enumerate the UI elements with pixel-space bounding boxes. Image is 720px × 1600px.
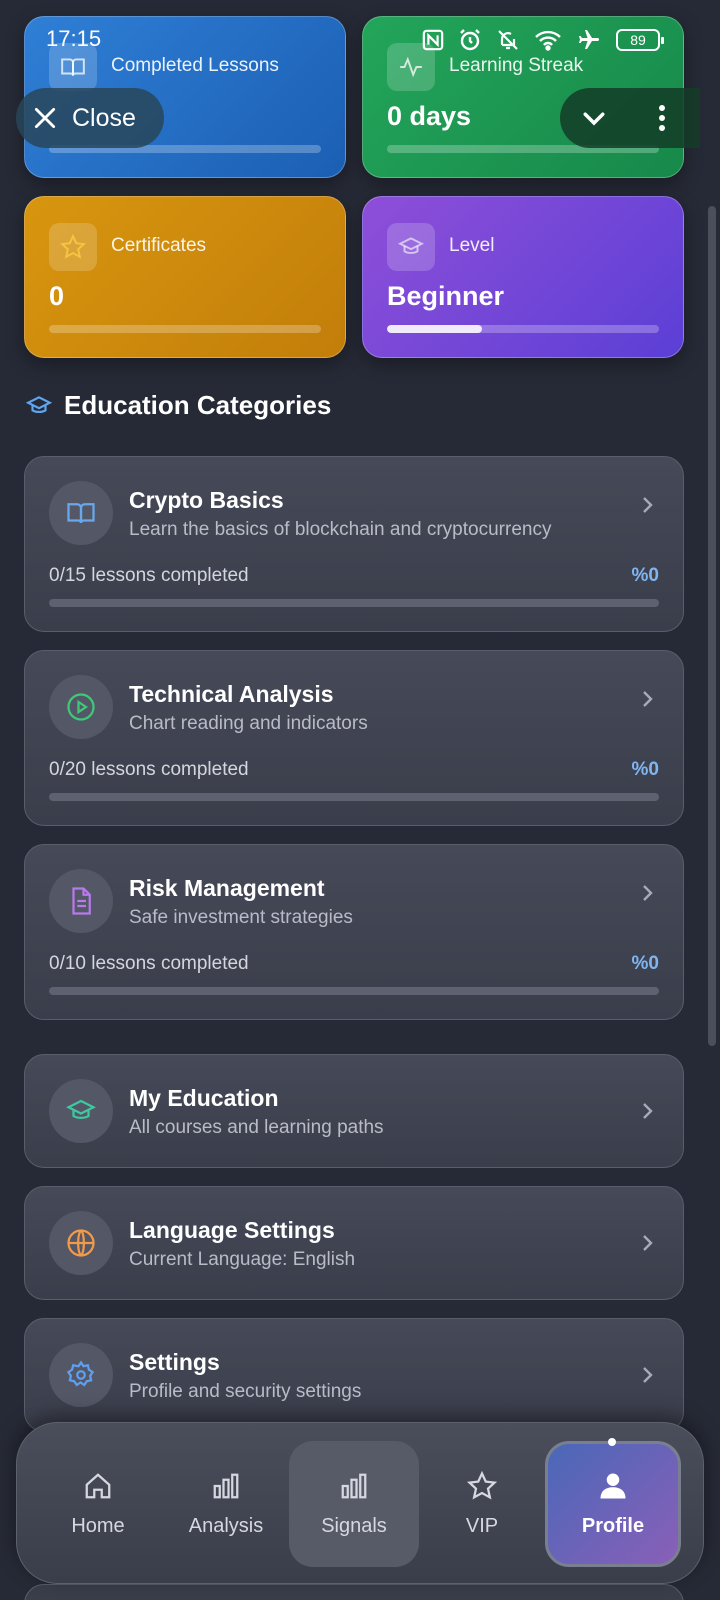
user-icon (600, 1473, 626, 1498)
progress-percent: %0 (631, 565, 659, 586)
battery-icon: 89 (616, 29, 664, 51)
chevron-right-icon (643, 1103, 653, 1119)
stat-label: Level (449, 235, 495, 256)
chevron-right-icon (643, 1367, 653, 1383)
menu-title: Language Settings (129, 1217, 335, 1243)
nav-analysis[interactable]: Analysis (161, 1441, 291, 1567)
status-time: 17:15 (46, 26, 102, 51)
chevron-right-icon (643, 885, 653, 901)
nav-home[interactable]: Home (33, 1441, 163, 1567)
menu-title: Settings (129, 1349, 220, 1375)
nav-profile[interactable]: Profile (545, 1438, 681, 1567)
nav-label: Signals (321, 1514, 387, 1537)
close-label: Close (72, 103, 136, 132)
collapse-button[interactable] (564, 88, 624, 148)
menu-title: My Education (129, 1085, 279, 1111)
progress-bar (49, 599, 659, 607)
nav-signals[interactable]: Signals (289, 1441, 419, 1567)
close-icon (34, 107, 56, 129)
category-card-technical-analysis[interactable]: Technical Analysis Chart reading and ind… (24, 650, 684, 826)
category-title: Technical Analysis (129, 681, 334, 707)
progress-bar (49, 987, 659, 995)
star-icon (467, 1470, 497, 1500)
stat-label: Completed Lessons (111, 55, 279, 76)
stat-value: 0 days (387, 101, 472, 131)
stat-progress-bar (49, 325, 321, 333)
airplane-icon (579, 30, 599, 49)
stat-label: Learning Streak (449, 55, 584, 76)
menu-item-language-settings[interactable]: Language Settings Current Language: Engl… (24, 1186, 684, 1300)
menu-item-settings[interactable]: Settings Profile and security settings (24, 1318, 684, 1432)
scrollbar[interactable] (708, 206, 716, 1046)
chevron-right-icon (643, 1235, 653, 1251)
bottom-nav: Home Analysis Signals VIP Profile (16, 1422, 704, 1584)
overlay-controls (560, 88, 700, 148)
graduation-cap-icon (49, 1079, 113, 1143)
star-icon (49, 223, 97, 271)
next-card-peek (24, 1584, 684, 1600)
play-circle-icon (49, 675, 113, 739)
nav-label: Analysis (188, 1514, 264, 1537)
menu-subtitle: All courses and learning paths (129, 1117, 384, 1138)
active-indicator-dot (608, 1438, 616, 1446)
more-options-button[interactable] (632, 88, 692, 148)
close-button[interactable]: Close (16, 88, 164, 148)
mute-icon (498, 30, 518, 50)
alarm-icon (460, 29, 480, 51)
nav-vip[interactable]: VIP (417, 1441, 547, 1567)
stat-progress-bar (387, 325, 659, 333)
progress-percent: %0 (631, 759, 659, 780)
stat-value: 0 (49, 281, 65, 311)
graduation-cap-icon (387, 223, 435, 271)
signal-icon (341, 1473, 367, 1498)
nav-label: VIP (465, 1514, 499, 1537)
nfc-icon (422, 29, 444, 51)
document-icon (49, 869, 113, 933)
category-subtitle: Chart reading and indicators (129, 713, 368, 734)
book-icon (49, 481, 113, 545)
section-header: Education Categories (26, 390, 331, 421)
certificates-card: Certificates 0 (24, 196, 346, 358)
category-card-crypto-basics[interactable]: Crypto Basics Learn the basics of blockc… (24, 456, 684, 632)
category-subtitle: Safe investment strategies (129, 907, 353, 928)
category-title: Risk Management (129, 875, 325, 901)
stat-label: Certificates (111, 235, 207, 256)
home-icon (85, 1472, 111, 1498)
level-card: Level Beginner (362, 196, 684, 358)
globe-icon (49, 1211, 113, 1275)
gear-icon (49, 1343, 113, 1407)
progress-bar (49, 793, 659, 801)
status-icons: 89 (422, 28, 664, 52)
category-subtitle: Learn the basics of blockchain and crypt… (129, 519, 552, 540)
menu-subtitle: Current Language: English (129, 1249, 356, 1270)
category-title: Crypto Basics (129, 487, 284, 513)
stat-value: Beginner (387, 281, 505, 311)
section-title: Education Categories (64, 390, 332, 420)
graduation-cap-icon (26, 395, 52, 413)
progress-text: 0/10 lessons completed (49, 953, 249, 974)
progress-percent: %0 (631, 953, 659, 974)
chevron-right-icon (643, 497, 653, 513)
nav-label: Home (71, 1514, 125, 1537)
progress-text: 0/20 lessons completed (49, 759, 249, 780)
wifi-icon (535, 30, 561, 51)
chevron-right-icon (643, 691, 653, 707)
bar-chart-icon (213, 1473, 239, 1498)
progress-text: 0/15 lessons completed (49, 565, 249, 586)
chevron-down-icon (583, 112, 605, 126)
menu-subtitle: Profile and security settings (129, 1381, 362, 1402)
category-card-risk-management[interactable]: Risk Management Safe investment strategi… (24, 844, 684, 1020)
more-vertical-icon (659, 105, 665, 131)
menu-item-my-education[interactable]: My Education All courses and learning pa… (24, 1054, 684, 1168)
nav-label: Profile (581, 1514, 645, 1537)
